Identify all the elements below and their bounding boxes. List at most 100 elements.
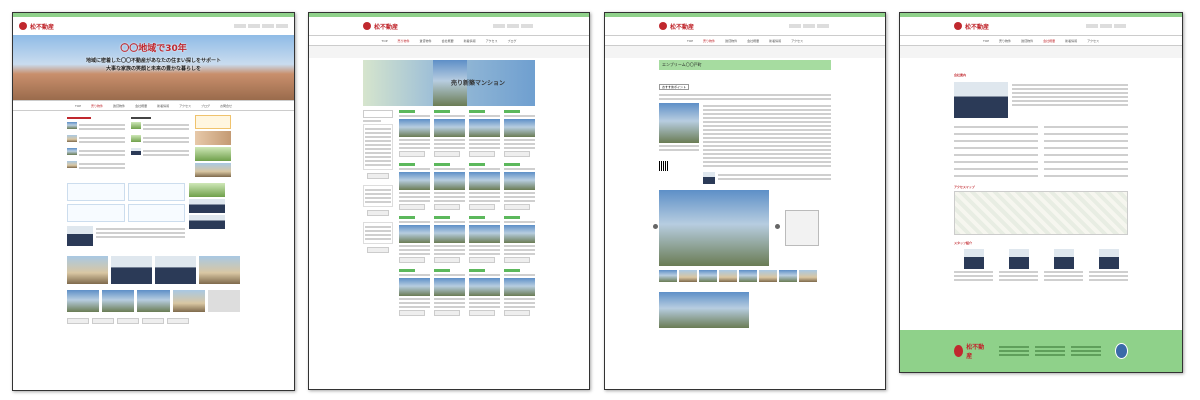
- global-nav: TOP 売り物件 賃貸物件 会社概要 新着情報 アクセス: [900, 35, 1182, 46]
- staff-list: [954, 249, 1128, 283]
- gallery-prev-icon[interactable]: [653, 224, 658, 229]
- link-button[interactable]: [92, 318, 114, 324]
- nav-item[interactable]: TOP: [983, 39, 989, 43]
- nav-item[interactable]: 売り物件: [999, 39, 1011, 43]
- nav-item[interactable]: アクセス: [486, 39, 498, 43]
- breadcrumb: [605, 46, 885, 58]
- footer-logo-text: 松不動産: [966, 344, 985, 360]
- search-button[interactable]: [367, 173, 389, 179]
- nav-item[interactable]: ブログ: [201, 104, 210, 108]
- property-card[interactable]: [434, 216, 465, 263]
- property-card[interactable]: [399, 216, 430, 263]
- recommend-button[interactable]: おすすめポイント: [659, 84, 690, 90]
- banner-title: 売り新築マンション: [450, 80, 505, 87]
- nav-item[interactable]: TOP: [687, 39, 693, 43]
- logo-mark-icon: [363, 22, 371, 30]
- nav-item[interactable]: 会社概要: [135, 104, 147, 108]
- nav-item[interactable]: 新着情報: [769, 39, 781, 43]
- property-card[interactable]: [434, 269, 465, 316]
- nav-item[interactable]: 新着情報: [1065, 39, 1077, 43]
- search-button[interactable]: [367, 247, 389, 253]
- nav-item[interactable]: 会社概要: [442, 39, 454, 43]
- property-card[interactable]: [399, 269, 430, 316]
- search-sidebar: [363, 110, 393, 316]
- property-card[interactable]: [504, 110, 535, 157]
- header-utility-links: [1086, 24, 1126, 28]
- property-card[interactable]: [504, 269, 535, 316]
- nav-item[interactable]: 会社概要: [1043, 39, 1055, 43]
- nav-item[interactable]: 売り物件: [703, 39, 715, 43]
- access-map[interactable]: [954, 191, 1128, 235]
- link-button[interactable]: [67, 318, 89, 324]
- nav-item[interactable]: 賃貸物件: [725, 39, 737, 43]
- property-card[interactable]: [469, 110, 500, 157]
- hero-title: 〇〇地域で30年: [120, 44, 187, 54]
- nav-item[interactable]: お問合せ: [220, 104, 232, 108]
- nav-item[interactable]: ブログ: [507, 39, 516, 43]
- nav-item[interactable]: アクセス: [1087, 39, 1099, 43]
- qr-code: [659, 161, 669, 171]
- nav-item[interactable]: 新着情報: [157, 104, 169, 108]
- logo-text: 松不動産: [670, 23, 695, 31]
- logo-mark-icon: [659, 22, 667, 30]
- site-logo[interactable]: 松不動産: [659, 22, 694, 31]
- nav-item[interactable]: 売り物件: [91, 104, 103, 108]
- global-nav: TOP 売り物件 賃貸物件 会社概要 新着情報 アクセス ブログ お問合せ: [13, 100, 294, 111]
- detail-title-bar: エンブリーム〇〇戸町: [659, 60, 831, 70]
- floorplan-image[interactable]: [785, 210, 819, 246]
- side-banners: [195, 115, 231, 177]
- site-logo[interactable]: 松不動産: [19, 22, 54, 31]
- staff-card: [954, 249, 993, 283]
- nav-item[interactable]: TOP: [382, 39, 388, 43]
- gallery-next-icon[interactable]: [775, 224, 780, 229]
- global-nav: TOP 売り物件 賃貸物件 会社概要 新着情報 アクセス: [605, 35, 885, 46]
- gallery-main-photo[interactable]: [659, 190, 769, 266]
- nav-item[interactable]: 会社概要: [747, 39, 759, 43]
- property-card[interactable]: [504, 163, 535, 210]
- home-page-screenshot: 松不動産 〇〇地域で30年 地域に密着した〇〇不動産があなたの住まい探しをサポー…: [12, 12, 295, 391]
- agent-photo: [703, 172, 715, 184]
- site-header: 松不動産: [13, 17, 294, 35]
- nav-item[interactable]: 賃貸物件: [1021, 39, 1033, 43]
- property-card[interactable]: [434, 163, 465, 210]
- hero-subtitle-1: 地域に密着した〇〇不動産があなたの住まい探しをサポート: [85, 58, 221, 64]
- property-card[interactable]: [504, 216, 535, 263]
- site-logo[interactable]: 松不動産: [363, 22, 398, 31]
- property-card[interactable]: [469, 163, 500, 210]
- property-main-photo[interactable]: [659, 103, 699, 143]
- nav-item[interactable]: TOP: [75, 104, 81, 108]
- property-card[interactable]: [469, 216, 500, 263]
- search-button[interactable]: [367, 210, 389, 216]
- nav-item[interactable]: アクセス: [179, 104, 191, 108]
- banner-houses[interactable]: [195, 163, 231, 177]
- nav-item[interactable]: 賃貸物件: [420, 39, 432, 43]
- property-card[interactable]: [434, 110, 465, 157]
- link-button[interactable]: [167, 318, 189, 324]
- new-listings-column: [67, 115, 125, 177]
- property-card[interactable]: [469, 269, 500, 316]
- nav-item[interactable]: 賃貸物件: [113, 104, 125, 108]
- property-strip: [67, 290, 241, 312]
- listing-page-screenshot: 松不動産 TOP 売り物件 賃貸物件 会社概要 新着情報 アクセス ブログ 売り…: [308, 12, 590, 390]
- nav-item[interactable]: 新着情報: [464, 39, 476, 43]
- global-nav: TOP 売り物件 賃貸物件 会社概要 新着情報 アクセス ブログ: [309, 35, 589, 46]
- nav-item[interactable]: アクセス: [791, 39, 803, 43]
- link-button[interactable]: [142, 318, 164, 324]
- site-header: 松不動産: [900, 17, 1182, 35]
- property-card[interactable]: [399, 163, 430, 210]
- banner-family[interactable]: [195, 147, 231, 161]
- nav-item[interactable]: 売り物件: [398, 39, 410, 43]
- owner-photo: [67, 226, 93, 246]
- property-title: エンブリーム〇〇戸町: [662, 62, 702, 67]
- site-logo[interactable]: 松不動産: [954, 22, 989, 31]
- link-button[interactable]: [117, 318, 139, 324]
- banner-handshake[interactable]: [195, 131, 231, 145]
- banner-rental[interactable]: [195, 115, 231, 129]
- staff-card: [1044, 249, 1083, 283]
- breadcrumb: [309, 46, 589, 58]
- detail-page-screenshot: 松不動産 TOP 売り物件 賃貸物件 会社概要 新着情報 アクセス エンブリーム…: [604, 12, 886, 390]
- breadcrumb: [900, 46, 1182, 58]
- news-column: [131, 115, 189, 177]
- logo-mark-icon: [954, 22, 962, 30]
- property-card[interactable]: [399, 110, 430, 157]
